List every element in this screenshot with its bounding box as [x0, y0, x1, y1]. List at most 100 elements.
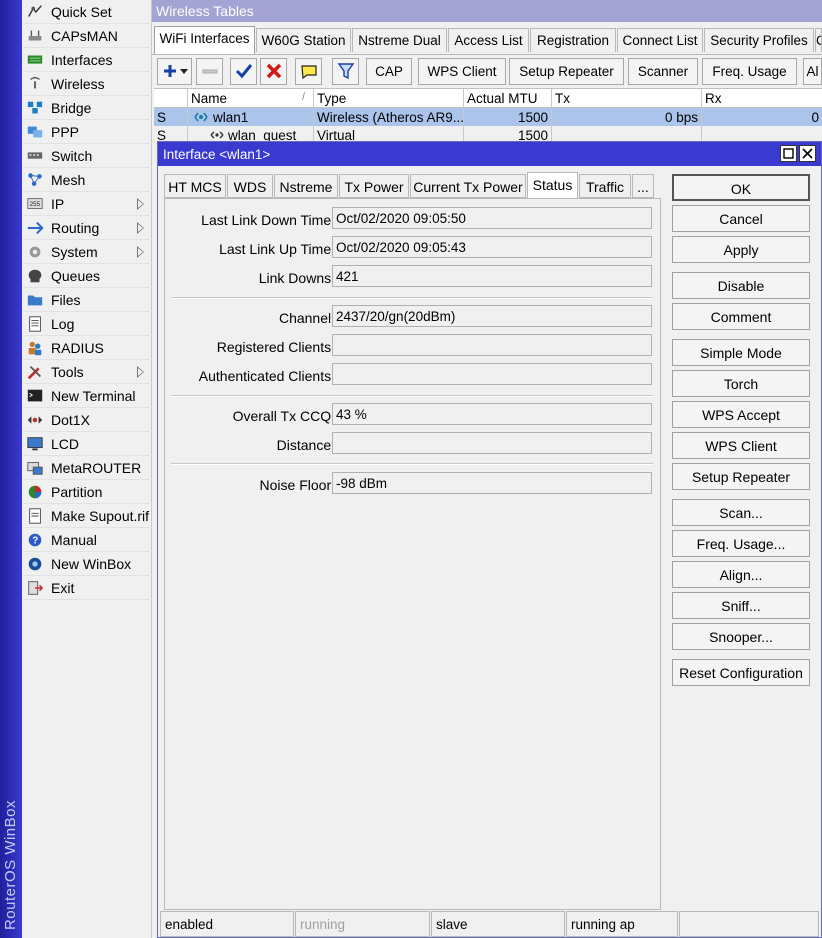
sidebar-item-tools[interactable]: Tools — [22, 361, 152, 384]
freq-usage-button[interactable]: Freq. Usage... — [672, 530, 810, 557]
overall-tx-ccq-field[interactable]: 43 % — [332, 403, 652, 425]
column-header-name[interactable]: Name / — [188, 89, 314, 107]
maximize-button[interactable] — [780, 145, 797, 162]
disable-button[interactable] — [260, 58, 287, 85]
freq-usage-button[interactable]: Freq. Usage — [702, 58, 797, 85]
wireless-tabs: WiFi Interfaces W60G Station Nstreme Dua… — [152, 26, 822, 54]
torch-button[interactable]: Torch — [672, 370, 810, 397]
sidebar-item-log[interactable]: Log — [22, 313, 152, 336]
sidebar-item-radius[interactable]: RADIUS — [22, 337, 152, 360]
cap-button[interactable]: CAP — [366, 58, 412, 85]
sidebar-item-files[interactable]: Files — [22, 289, 152, 312]
sidebar-item-label: MetaROUTER — [51, 460, 142, 476]
scanner-button[interactable]: Scanner — [628, 58, 698, 85]
tab-overflow[interactable]: C — [815, 28, 822, 52]
registered-clients-label: Registered Clients: — [216, 339, 335, 355]
sidebar-item-ip[interactable]: 255 IP — [22, 193, 152, 216]
sidebar-item-metarouter[interactable]: MetaROUTER — [22, 457, 152, 480]
column-header-flags[interactable] — [154, 89, 188, 107]
channel-label: Channel: — [278, 310, 335, 326]
sniff-button[interactable]: Sniff... — [672, 592, 810, 619]
winbox-icon — [25, 555, 45, 573]
tab-security-profiles[interactable]: Security Profiles — [704, 28, 814, 52]
sidebar-item-system[interactable]: System — [22, 241, 152, 264]
tab-more[interactable]: ... — [632, 174, 654, 198]
tab-w60g-station[interactable]: W60G Station — [256, 28, 351, 52]
tab-registration[interactable]: Registration — [530, 28, 616, 52]
sidebar-item-exit[interactable]: Exit — [22, 577, 152, 600]
tab-status[interactable]: Status — [527, 172, 578, 199]
sidebar-item-switch[interactable]: Switch — [22, 145, 152, 168]
remove-button[interactable] — [196, 58, 223, 85]
sidebar-item-queues[interactable]: Queues — [22, 265, 152, 288]
sidebar-item-dot1x[interactable]: Dot1X — [22, 409, 152, 432]
disable-button[interactable]: Disable — [672, 272, 810, 299]
tab-tx-power[interactable]: Tx Power — [339, 174, 409, 198]
sidebar-item-capsman[interactable]: CAPsMAN — [22, 25, 152, 48]
table-row[interactable]: S wlan1 Wireless (Atheros AR9... 1500 0 … — [154, 108, 822, 126]
table-header: Name / Type Actual MTU Tx Rx — [154, 88, 822, 108]
channel-field[interactable]: 2437/20/gn(20dBm) — [332, 305, 652, 327]
dialog-tabs: HT MCS WDS Nstreme Tx Power Current Tx P… — [164, 172, 654, 199]
sidebar-item-make-supout-rif[interactable]: Make Supout.rif — [22, 505, 152, 528]
tab-wds[interactable]: WDS — [227, 174, 273, 198]
column-header-type[interactable]: Type — [314, 89, 464, 107]
registered-clients-field[interactable] — [332, 334, 652, 356]
close-button[interactable] — [799, 145, 816, 162]
separator — [171, 297, 653, 299]
apply-button[interactable]: Apply — [672, 236, 810, 263]
sidebar-item-mesh[interactable]: Mesh — [22, 169, 152, 192]
last-link-down-field[interactable]: Oct/02/2020 09:05:50 — [332, 207, 652, 229]
tab-current-tx-power[interactable]: Current Tx Power — [410, 174, 526, 198]
distance-field[interactable] — [332, 432, 652, 454]
enable-button[interactable] — [230, 58, 257, 85]
authenticated-clients-field[interactable] — [332, 363, 652, 385]
dialog-title[interactable]: Interface <wlan1> — [158, 142, 821, 166]
wps-accept-button[interactable]: WPS Accept — [672, 401, 810, 428]
tab-connect-list[interactable]: Connect List — [617, 28, 703, 52]
supout-icon — [25, 507, 45, 525]
window-title[interactable]: Wireless Tables — [152, 0, 822, 22]
tab-nstreme-dual[interactable]: Nstreme Dual — [352, 28, 447, 52]
wps-client-button[interactable]: WPS Client — [418, 58, 506, 85]
link-downs-field[interactable]: 421 — [332, 265, 652, 287]
reset-configuration-button[interactable]: Reset Configuration — [672, 659, 810, 686]
wps-client-button[interactable]: WPS Client — [672, 432, 810, 459]
distance-label: Distance: — [276, 437, 335, 453]
column-header-rx[interactable]: Rx — [702, 89, 822, 107]
simple-mode-button[interactable]: Simple Mode — [672, 339, 810, 366]
sidebar-item-routing[interactable]: Routing — [22, 217, 152, 240]
sidebar-item-partition[interactable]: Partition — [22, 481, 152, 504]
column-header-mtu[interactable]: Actual MTU — [464, 89, 552, 107]
sidebar-item-new-terminal[interactable]: New Terminal — [22, 385, 152, 408]
ok-button[interactable]: OK — [672, 174, 810, 201]
tab-wifi-interfaces[interactable]: WiFi Interfaces — [154, 26, 255, 54]
sidebar-item-new-winbox[interactable]: New WinBox — [22, 553, 152, 576]
last-link-up-field[interactable]: Oct/02/2020 09:05:43 — [332, 236, 652, 258]
setup-repeater-button[interactable]: Setup Repeater — [672, 463, 810, 490]
sidebar-item-label: Wireless — [51, 76, 105, 92]
cancel-button[interactable]: Cancel — [672, 205, 810, 232]
add-button[interactable] — [157, 58, 192, 85]
scan-button[interactable]: Scan... — [672, 499, 810, 526]
tab-access-list[interactable]: Access List — [448, 28, 529, 52]
tab-traffic[interactable]: Traffic — [579, 174, 631, 198]
tab-nstreme[interactable]: Nstreme — [274, 174, 338, 198]
comment-button[interactable] — [295, 58, 322, 85]
comment-button[interactable]: Comment — [672, 303, 810, 330]
snooper-button[interactable]: Snooper... — [672, 623, 810, 650]
filter-button[interactable] — [332, 58, 359, 85]
sidebar-item-bridge[interactable]: Bridge — [22, 97, 152, 120]
setup-repeater-button[interactable]: Setup Repeater — [509, 58, 624, 85]
sidebar-item-lcd[interactable]: LCD — [22, 433, 152, 456]
sidebar-item-ppp[interactable]: PPP — [22, 121, 152, 144]
sidebar-item-manual[interactable]: ? Manual — [22, 529, 152, 552]
sidebar-item-quick-set[interactable]: Quick Set — [22, 1, 152, 24]
sidebar-item-wireless[interactable]: Wireless — [22, 73, 152, 96]
tab-ht-mcs[interactable]: HT MCS — [164, 174, 226, 198]
sidebar-item-interfaces[interactable]: Interfaces — [22, 49, 152, 72]
align-button[interactable]: Al — [803, 58, 822, 85]
column-header-tx[interactable]: Tx — [552, 89, 702, 107]
align-button[interactable]: Align... — [672, 561, 810, 588]
noise-floor-field[interactable]: -98 dBm — [332, 472, 652, 494]
